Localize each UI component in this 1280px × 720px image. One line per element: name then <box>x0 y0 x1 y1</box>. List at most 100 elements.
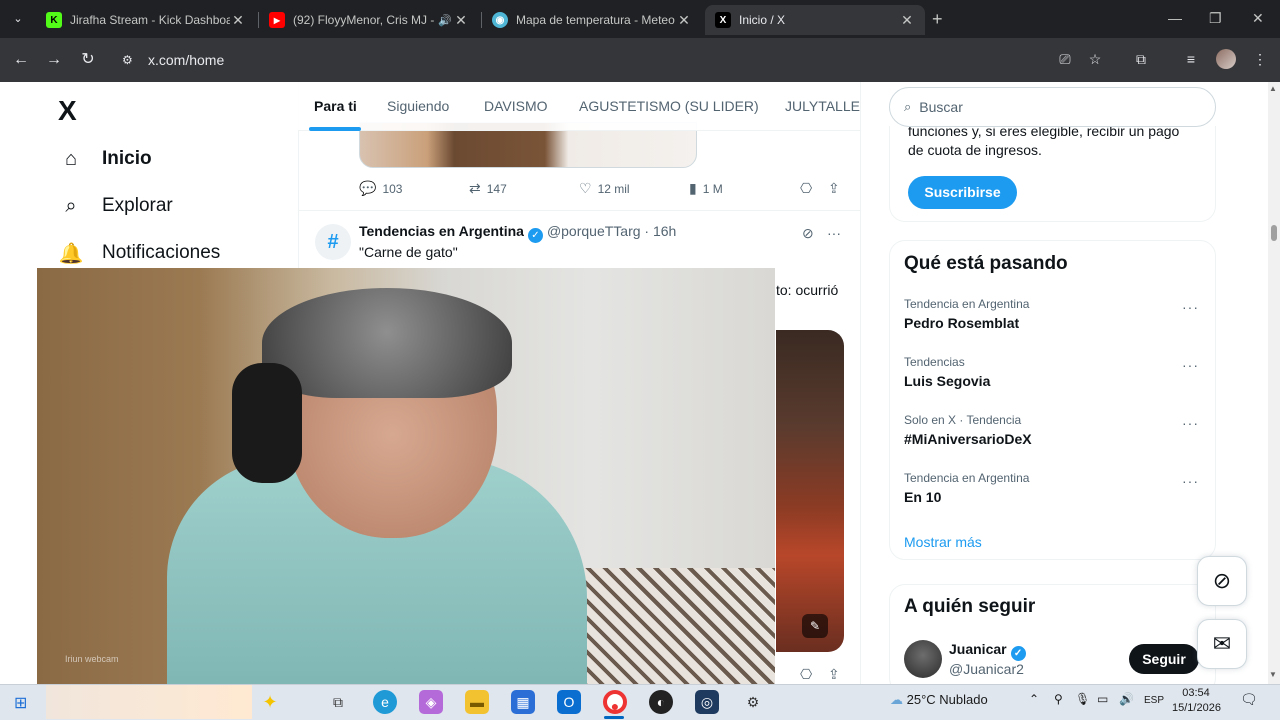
notifications-icon[interactable]: 🗨 <box>1240 691 1258 708</box>
subscribe-button[interactable]: Suscribirse <box>908 176 1017 209</box>
keyboard-language[interactable]: ESP <box>1144 695 1164 706</box>
close-tab-icon[interactable]: ✕ <box>676 12 692 29</box>
tray-chevron-icon[interactable]: ⌃ <box>1029 692 1039 706</box>
edge-icon[interactable]: e <box>373 690 397 714</box>
tab-para-ti[interactable]: Para ti <box>314 98 357 114</box>
more-options-icon[interactable]: ··· <box>1182 473 1199 489</box>
speaker-icon[interactable]: 🔊 <box>437 14 453 27</box>
microphone-icon[interactable]: 🎙 <box>1075 692 1090 706</box>
copilot-sparkle-icon[interactable]: ✦ <box>258 690 282 714</box>
x-favicon-icon: X <box>715 12 731 28</box>
close-tab-icon[interactable]: ✕ <box>230 12 246 29</box>
hashtag-avatar-icon[interactable]: # <box>315 224 351 260</box>
tab-meteored[interactable]: ◉ Mapa de temperatura - Meteo ✕ <box>482 5 702 35</box>
site-info-icon[interactable]: ⚙ <box>122 53 138 67</box>
repost-button[interactable]: ⇄ 147 <box>469 180 507 197</box>
chrome-icon[interactable]: ● <box>603 690 627 714</box>
taskbar-clock[interactable]: 03:54 15/1/2026 <box>1172 686 1221 716</box>
close-window-button[interactable]: ✕ <box>1252 10 1264 27</box>
trends-card <box>889 240 1216 560</box>
scrollbar[interactable] <box>1268 82 1280 684</box>
follow-button[interactable]: Seguir <box>1129 644 1199 674</box>
extensions-icon[interactable]: ⧉ <box>1131 49 1151 69</box>
taskbar-weather[interactable]: ☁ 25°C Nublado <box>890 692 988 708</box>
share-icon[interactable]: ⇪ <box>828 666 840 683</box>
follow-user-handle[interactable]: @Juanicar2 <box>949 661 1024 677</box>
trend-item[interactable]: Solo en X · Tendencia #MiAniversarioDeX … <box>904 413 1199 447</box>
post-handle[interactable]: @porqueTTarg · 16h <box>547 223 676 239</box>
windows-start-icon[interactable]: ⊞ <box>14 693 27 713</box>
tab-julytaller[interactable]: JULYTALLER <box>785 98 860 114</box>
trend-item[interactable]: Tendencia en Argentina Pedro Rosemblat ·… <box>904 297 1199 331</box>
nav-explore[interactable]: ⌕ Explorar <box>58 186 172 226</box>
follow-title: A quién seguir <box>904 596 1036 617</box>
tab-x-home[interactable]: X Inicio / X ✕ <box>705 5 925 35</box>
chrome-menu-icon[interactable]: ⋮ <box>1250 49 1270 69</box>
install-app-icon[interactable]: ⎚ <box>1055 49 1075 69</box>
post-more-icon[interactable]: ··· <box>827 225 841 241</box>
post-media[interactable] <box>776 330 844 652</box>
scroll-down-icon[interactable]: ▼ <box>1269 670 1277 679</box>
tab-kick-dashboard[interactable]: K Jirafha Stream - Kick Dashboard ✕ <box>36 5 256 35</box>
trend-context: Tendencia en Argentina <box>904 471 1030 485</box>
more-options-icon[interactable]: ··· <box>1182 415 1199 431</box>
bookmark-button[interactable]: ⎔ <box>800 180 818 197</box>
file-explorer-icon[interactable]: ▬ <box>465 690 489 714</box>
scroll-up-icon[interactable]: ▲ <box>1269 84 1277 93</box>
profile-avatar[interactable] <box>1216 49 1236 69</box>
nav-home[interactable]: ⌂ Inicio <box>58 139 152 179</box>
tab-youtube[interactable]: ▶ (92) FloyyMenor, Cris MJ - C 🔊 ✕ <box>259 5 479 35</box>
follow-user-name[interactable]: Juanicar ✓ <box>949 641 1030 661</box>
minimize-button[interactable]: — <box>1168 10 1182 26</box>
x-logo[interactable]: X <box>58 95 77 127</box>
media-controls-icon[interactable]: ≡ <box>1181 49 1201 69</box>
close-tab-icon[interactable]: ✕ <box>453 12 469 29</box>
share-button[interactable]: ⇪ <box>828 180 846 197</box>
task-view-icon[interactable]: ⧉ <box>326 690 350 714</box>
like-button[interactable]: ♡ 12 mil <box>579 180 630 197</box>
reply-icon: 💬 <box>359 180 377 196</box>
copilot-app-icon[interactable]: ◈ <box>419 690 443 714</box>
webcam-headset <box>232 363 302 483</box>
outlook-icon[interactable]: O <box>557 690 581 714</box>
close-tab-icon[interactable]: ✕ <box>899 12 915 29</box>
bookmark-star-icon[interactable]: ☆ <box>1085 49 1105 69</box>
address-url[interactable]: x.com/home <box>148 52 224 68</box>
network-icon[interactable]: ▭ <box>1097 692 1108 706</box>
taskbar-search-box[interactable] <box>46 685 252 719</box>
grok-icon[interactable]: ⊘ <box>802 225 814 242</box>
post-author-name[interactable]: Tendencias en Argentina <box>359 223 524 239</box>
app-icon[interactable]: ◎ <box>695 690 719 714</box>
volume-icon[interactable]: 🔊 <box>1119 692 1134 706</box>
address-bar[interactable]: ⚙ x.com/home <box>112 45 1052 75</box>
clock-time: 03:54 <box>1182 687 1210 699</box>
show-more-link[interactable]: Mostrar más <box>904 534 982 550</box>
settings-gear-icon[interactable]: ⚙ <box>741 690 765 714</box>
reload-button[interactable]: ↻ <box>77 50 99 70</box>
more-options-icon[interactable]: ··· <box>1182 357 1199 373</box>
restore-button[interactable]: ❐ <box>1209 10 1222 27</box>
back-button[interactable]: ← <box>10 50 32 70</box>
more-options-icon[interactable]: ··· <box>1182 299 1199 315</box>
tab-davismo[interactable]: DAVISMO <box>484 98 548 114</box>
location-icon[interactable]: ⚲ <box>1054 692 1063 706</box>
scrollbar-thumb[interactable] <box>1271 225 1277 241</box>
avatar[interactable] <box>904 640 942 678</box>
reply-button[interactable]: 💬 103 <box>359 180 402 197</box>
obs-icon[interactable]: ◐ <box>649 690 673 714</box>
messages-fab-icon[interactable]: ✉ <box>1197 619 1247 669</box>
media-edit-icon[interactable]: ✎ <box>802 614 828 638</box>
search-input[interactable]: ⌕ Buscar <box>889 87 1216 127</box>
new-tab-button[interactable]: + <box>932 9 943 30</box>
bookmark-icon[interactable]: ⎔ <box>800 666 812 683</box>
views-button[interactable]: ▮ 1 M <box>689 180 723 197</box>
store-icon[interactable]: ▦ <box>511 690 535 714</box>
tab-siguiendo[interactable]: Siguiendo <box>387 98 449 114</box>
grok-fab-icon[interactable]: ⊘ <box>1197 556 1247 606</box>
tab-search-menu-icon[interactable]: ⌄ <box>6 8 30 30</box>
nav-notifications[interactable]: 🔔 Notificaciones <box>58 233 221 273</box>
trend-item[interactable]: Tendencia en Argentina En 10 ··· <box>904 471 1199 505</box>
tab-agustetismo[interactable]: AGUSTETISMO (SU LIDER) <box>579 98 759 114</box>
forward-button[interactable]: → <box>43 50 65 70</box>
trend-item[interactable]: Tendencias Luis Segovia ··· <box>904 355 1199 389</box>
